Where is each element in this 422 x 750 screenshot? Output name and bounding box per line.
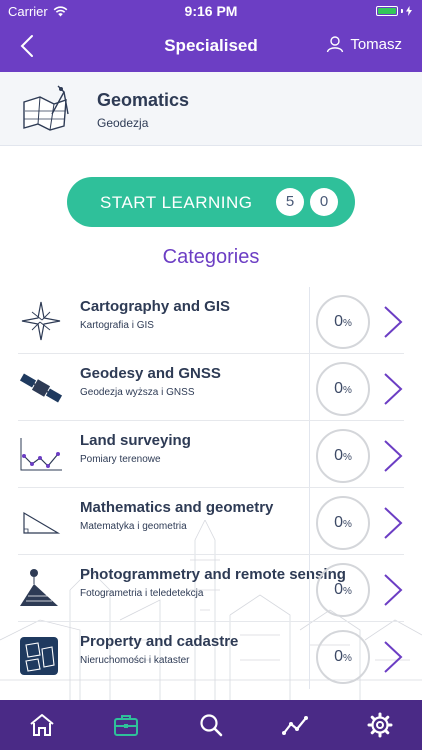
tab-statistics[interactable] — [265, 700, 325, 750]
tab-search[interactable] — [181, 700, 241, 750]
user-profile-button[interactable]: Tomasz — [326, 35, 402, 53]
briefcase-icon — [114, 715, 138, 736]
category-title: Property and cadastre — [80, 633, 239, 650]
user-icon — [327, 36, 344, 53]
categories-heading: Categories — [162, 246, 260, 268]
geomatics-map-icon — [23, 85, 69, 131]
category-row-property[interactable]: Property and cadastre Nieruchomości i ka… — [0, 622, 422, 689]
progress-circle: 0% — [316, 630, 370, 684]
progress-circle: 0% — [316, 362, 370, 416]
survey-traverse-icon — [20, 438, 62, 471]
category-subtitle: Geodezja wyższa i GNSS — [80, 387, 195, 398]
course-title: Geomatics — [97, 90, 190, 110]
divider — [309, 622, 310, 689]
category-row-land-surveying[interactable]: Land surveying Pomiary terenowe 0% — [0, 421, 422, 488]
search-icon — [200, 714, 223, 737]
divider — [309, 488, 310, 555]
chevron-right-icon[interactable] — [382, 640, 404, 674]
category-title: Mathematics and geometry — [80, 499, 274, 516]
course-subtitle: Geodezja — [97, 116, 149, 130]
progress-circle: 0% — [316, 496, 370, 550]
chevron-right-icon[interactable] — [382, 372, 404, 406]
chevron-right-icon[interactable] — [382, 573, 404, 607]
category-row-cartography[interactable]: Cartography and GIS Kartografia i GIS 0% — [0, 287, 422, 354]
category-title: Geodesy and GNSS — [80, 365, 221, 382]
tab-specialised[interactable] — [96, 700, 156, 750]
compass-rose-icon — [21, 301, 61, 341]
tab-settings[interactable] — [350, 700, 410, 750]
category-subtitle: Nieruchomości i kataster — [80, 655, 190, 666]
category-row-photogrammetry[interactable]: Photogrammetry and remote sensing Fotogr… — [0, 555, 422, 622]
tab-bar — [0, 700, 422, 750]
status-bar: Carrier 9:16 PM — [0, 0, 422, 22]
course-header: Geomatics Geodezja — [0, 72, 422, 146]
category-title: Land surveying — [80, 432, 191, 449]
battery-icon — [376, 6, 412, 16]
new-cards-count-badge: 5 — [276, 188, 304, 216]
satellite-icon — [19, 373, 63, 403]
category-title: Cartography and GIS — [80, 298, 231, 315]
category-row-mathematics[interactable]: Mathematics and geometry Matematyka i ge… — [0, 488, 422, 555]
category-row-geodesy[interactable]: Geodesy and GNSS Geodezja wyższa i GNSS … — [0, 354, 422, 421]
divider — [309, 354, 310, 421]
progress-circle: 0% — [316, 429, 370, 483]
divider — [309, 287, 310, 354]
start-learning-button[interactable]: START LEARNING 5 0 — [67, 177, 355, 227]
cadastre-map-icon — [20, 637, 58, 675]
category-subtitle: Pomiary terenowe — [80, 454, 161, 465]
divider — [309, 421, 310, 488]
progress-circle: 0% — [316, 563, 370, 617]
top-bar: Carrier 9:16 PM Specialised Tomasz — [0, 0, 422, 72]
progress-circle: 0% — [316, 295, 370, 349]
category-subtitle: Fotogrametria i teledetekcja — [80, 588, 204, 599]
aerial-camera-icon — [20, 569, 58, 606]
navigation-bar: Specialised Tomasz — [0, 22, 422, 72]
triangle-icon — [23, 511, 61, 534]
review-cards-count-badge: 0 — [310, 188, 338, 216]
tab-home[interactable] — [12, 700, 72, 750]
divider — [309, 555, 310, 622]
stats-icon — [282, 716, 308, 735]
chevron-right-icon[interactable] — [382, 506, 404, 540]
settings-icon — [367, 712, 393, 738]
home-icon — [30, 714, 54, 736]
user-name: Tomasz — [350, 35, 402, 53]
category-title: Photogrammetry and remote sensing — [80, 566, 346, 583]
chevron-right-icon[interactable] — [382, 439, 404, 473]
chevron-right-icon[interactable] — [382, 305, 404, 339]
category-subtitle: Kartografia i GIS — [80, 320, 154, 331]
category-subtitle: Matematyka i geometria — [80, 521, 187, 532]
clock: 9:16 PM — [184, 3, 238, 19]
start-learning-label: START LEARNING — [100, 193, 253, 212]
